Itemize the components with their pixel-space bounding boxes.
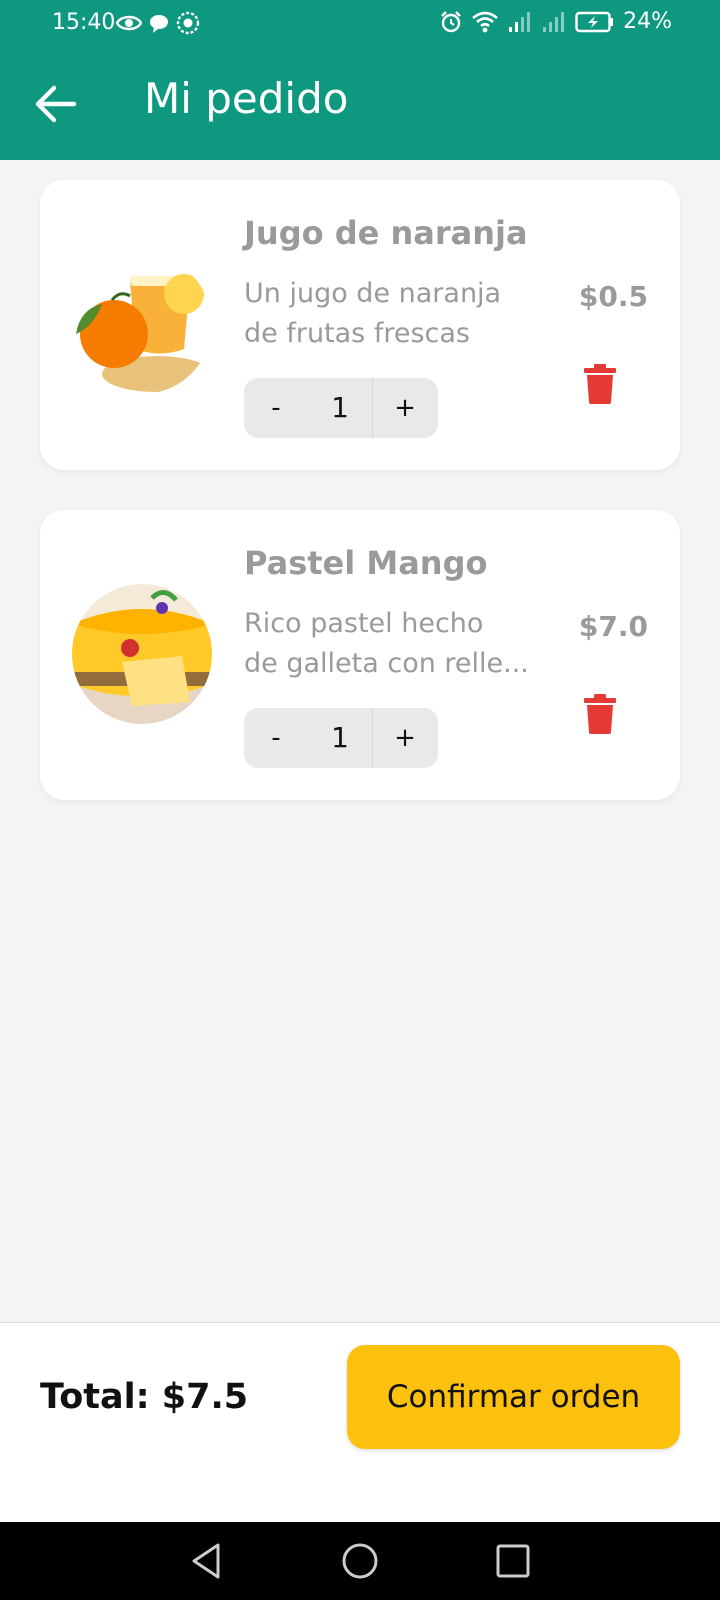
page-title: Mi pedido xyxy=(144,74,349,123)
item-description-line: Rico pastel hecho xyxy=(244,608,484,639)
item-description-line: de frutas frescas xyxy=(244,318,470,349)
quantity-stepper: - 1 + xyxy=(244,378,438,438)
increase-quantity-button[interactable]: + xyxy=(373,378,437,438)
item-description-line: de galleta con relle... xyxy=(244,648,529,679)
status-notification-icons xyxy=(116,11,200,35)
status-time: 15:40 xyxy=(52,10,116,35)
trash-icon[interactable] xyxy=(584,694,616,734)
item-description: Rico pastel hecho de galleta con relle..… xyxy=(244,604,534,684)
item-name: Pastel Mango xyxy=(244,544,488,582)
item-name: Jugo de naranja xyxy=(244,214,528,252)
battery-percent: 24% xyxy=(623,9,672,34)
trash-icon[interactable] xyxy=(584,364,616,404)
status-bar: 15:40 24% xyxy=(0,0,720,48)
back-triangle-icon[interactable] xyxy=(186,1540,228,1582)
order-item-card: Jugo de naranja Un jugo de naranja de fr… xyxy=(40,180,680,470)
quantity-value: 1 xyxy=(308,378,373,438)
wifi-icon xyxy=(472,11,498,32)
arrow-left-icon[interactable] xyxy=(34,84,78,124)
app-bar: Mi pedido xyxy=(0,48,720,160)
signal-icon xyxy=(509,11,531,32)
decrease-quantity-button[interactable]: - xyxy=(244,378,308,438)
system-nav-bar xyxy=(0,1522,720,1600)
order-total: Total: $7.5 xyxy=(40,1377,249,1417)
recents-square-icon[interactable] xyxy=(492,1540,534,1582)
mango-cake-photo xyxy=(72,584,212,724)
quantity-stepper: - 1 + xyxy=(244,708,438,768)
order-item-card: Pastel Mango Rico pastel hecho de gallet… xyxy=(40,510,680,800)
battery-charging-icon xyxy=(575,11,614,32)
orange-juice-photo xyxy=(72,254,212,394)
item-price: $7.0 xyxy=(578,610,648,643)
quantity-value: 1 xyxy=(308,708,373,768)
item-price: $0.5 xyxy=(578,280,648,313)
checkout-bar: Total: $7.5 Confirmar orden xyxy=(0,1322,720,1523)
item-description: Un jugo de naranja de frutas frescas xyxy=(244,274,534,354)
item-description-line: Un jugo de naranja xyxy=(244,278,502,309)
home-circle-icon[interactable] xyxy=(339,1540,381,1582)
signal-icon xyxy=(543,11,565,32)
confirm-order-button[interactable]: Confirmar orden xyxy=(347,1345,680,1449)
eye-icon xyxy=(116,15,142,31)
status-system-icons: 24% xyxy=(439,9,672,34)
chat-bubble-icon xyxy=(150,15,168,33)
alarm-icon xyxy=(441,10,461,32)
decrease-quantity-button[interactable]: - xyxy=(244,708,308,768)
settings-badge-icon xyxy=(176,11,200,35)
increase-quantity-button[interactable]: + xyxy=(373,708,437,768)
